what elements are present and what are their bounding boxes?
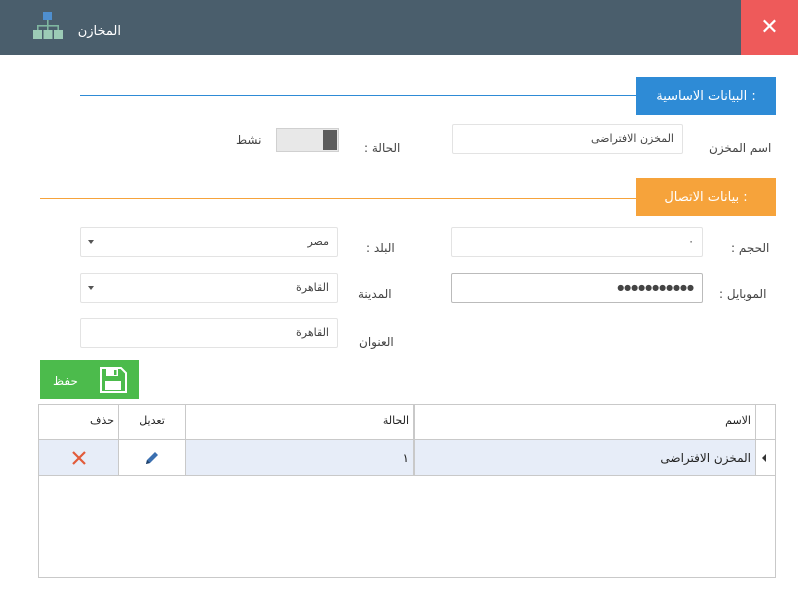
- address-field[interactable]: القاهرة: [80, 318, 338, 348]
- save-button[interactable]: حفظ: [40, 360, 139, 399]
- column-header-delete: حذف: [39, 405, 119, 440]
- city-value: القاهرة: [296, 281, 329, 294]
- mobile-field[interactable]: ●●●●●●●●●●●: [451, 273, 703, 303]
- stores-grid: الاسم الحالة تعديل حذف المخزن الافتراضى …: [38, 404, 776, 578]
- city-select[interactable]: القاهرة: [80, 273, 338, 303]
- store-name-label: اسم المخزن: [709, 141, 772, 155]
- column-header-status[interactable]: الحالة: [186, 405, 414, 440]
- table-cell-name[interactable]: المخزن الافتراضى: [414, 440, 756, 476]
- country-value: مصر: [307, 235, 329, 248]
- chevron-down-icon: [88, 240, 94, 244]
- mobile-label: الموبايل :: [719, 287, 767, 301]
- volume-label: الحجم :: [731, 241, 770, 255]
- toggle-knob: [323, 130, 337, 150]
- store-name-field[interactable]: المخزن الافتراضى: [452, 124, 683, 154]
- close-icon: ✕: [760, 15, 779, 40]
- pencil-icon: [144, 450, 160, 469]
- status-toggle[interactable]: [276, 128, 339, 152]
- city-label: المدينة: [358, 287, 392, 301]
- column-header-selector: [756, 405, 775, 440]
- save-label: حفظ: [53, 374, 78, 388]
- country-select[interactable]: مصر: [80, 227, 338, 257]
- section-title-basic: البيانات الاساسية :: [636, 77, 776, 115]
- column-header-name[interactable]: الاسم: [414, 405, 756, 440]
- window-title: المخازن: [77, 24, 121, 39]
- close-icon: [71, 450, 87, 469]
- edit-row-button[interactable]: [119, 440, 186, 476]
- status-label: الحالة :: [364, 141, 401, 155]
- section-title-contact: بيانات الاتصال :: [636, 178, 776, 216]
- volume-field[interactable]: ٠: [451, 227, 703, 257]
- address-label: العنوان: [359, 335, 394, 349]
- status-toggle-text: نشط: [236, 133, 262, 147]
- column-header-edit: تعديل: [119, 405, 186, 440]
- sitemap-icon: [32, 10, 64, 42]
- section-divider-basic: [80, 95, 640, 96]
- floppy-disk-icon: [99, 367, 127, 396]
- section-divider-contact: [40, 198, 640, 199]
- title-bar: المخازن ✕: [0, 0, 798, 55]
- close-button[interactable]: ✕: [741, 0, 798, 55]
- country-label: البلد :: [366, 241, 395, 255]
- row-selector[interactable]: [756, 440, 775, 476]
- table-cell-status[interactable]: ١: [186, 440, 414, 476]
- row-indicator-icon: [762, 454, 766, 462]
- delete-row-button[interactable]: [39, 440, 119, 476]
- chevron-down-icon: [88, 286, 94, 290]
